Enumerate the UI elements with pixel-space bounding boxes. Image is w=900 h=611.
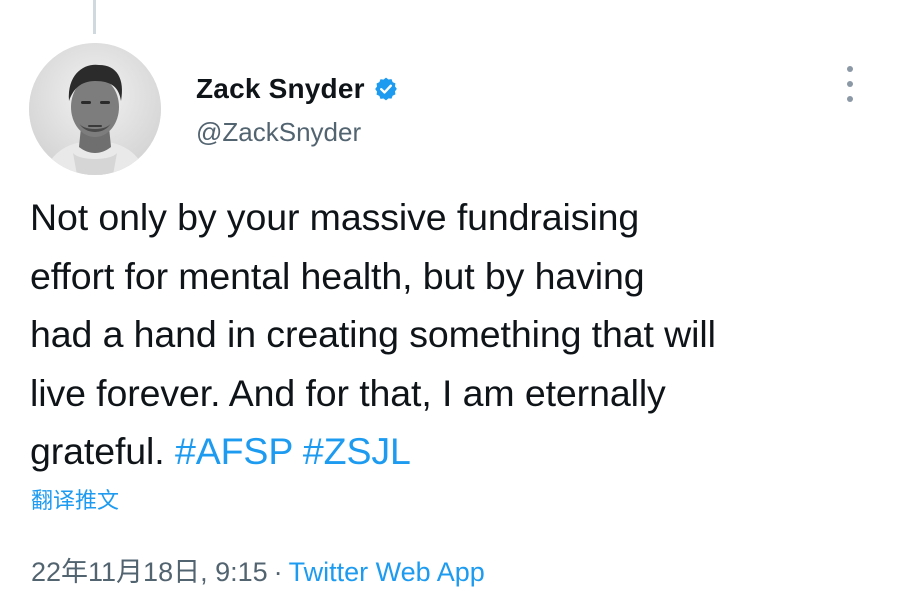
tweet-text-fragment: grateful. xyxy=(30,430,165,472)
more-options-button[interactable] xyxy=(836,66,864,102)
more-options-icon-dot xyxy=(847,81,853,87)
avatar-photo xyxy=(29,43,161,175)
tweet-text-line: live forever. And for that, I am eternal… xyxy=(30,371,666,414)
verified-badge-icon xyxy=(373,76,399,102)
author-handle[interactable]: @ZackSnyder xyxy=(196,117,361,148)
hashtag-link[interactable]: #ZSJL xyxy=(303,430,411,472)
thread-connector-line xyxy=(93,0,96,34)
author-display-name[interactable]: Zack Snyder xyxy=(196,73,365,105)
tweet-text-line: had a hand in creating something that wi… xyxy=(30,313,716,355)
more-options-icon xyxy=(847,66,853,72)
hashtag-link[interactable]: #AFSP xyxy=(175,430,293,472)
translate-tweet-link[interactable]: 翻译推文 xyxy=(31,483,119,515)
more-options-icon-dot xyxy=(847,96,853,102)
author-name-row[interactable]: Zack Snyder xyxy=(196,71,399,107)
tweet-timestamp[interactable]: 22年11月18日, 9:15 xyxy=(31,557,268,587)
avatar[interactable] xyxy=(29,43,161,175)
tweet-text: Not only by your massive fundraising eff… xyxy=(30,188,880,481)
tweet-text-line: effort for mental health, but by having xyxy=(30,254,645,297)
tweet-text-line: Not only by your massive fundraising xyxy=(30,196,640,238)
tweet-meta: 22年11月18日, 9:15 · Twitter Web App xyxy=(31,550,485,589)
tweet-source-link[interactable]: Twitter Web App xyxy=(289,557,485,587)
tweet-text-line: grateful. #AFSP #ZSJL xyxy=(30,422,880,481)
meta-separator: · xyxy=(273,557,283,587)
